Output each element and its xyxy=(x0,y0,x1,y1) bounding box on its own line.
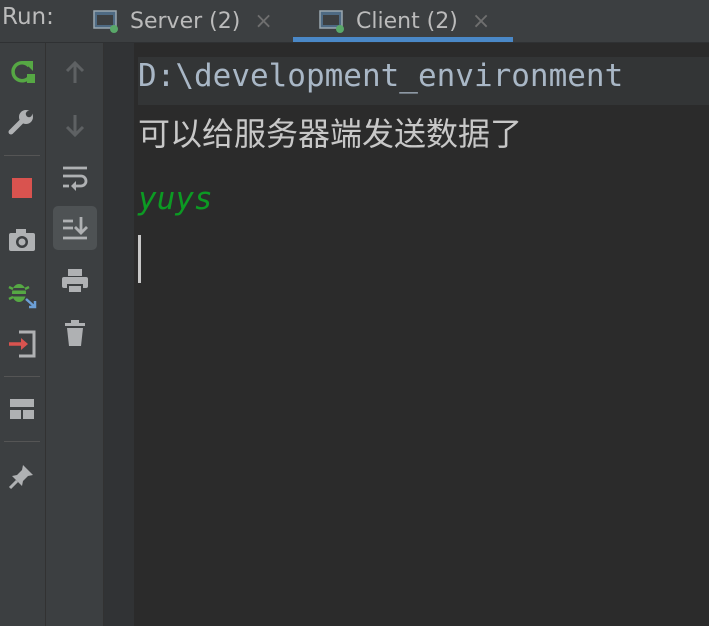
run-actions-toolbar xyxy=(0,43,46,626)
arrow-up-icon xyxy=(65,60,85,83)
console-app-icon xyxy=(92,8,120,34)
tab-client[interactable]: Client (2) × xyxy=(318,0,490,42)
rerun-icon xyxy=(11,61,35,83)
run-tab-bar: Run: Server (2) × Client (2) × xyxy=(0,0,709,43)
close-icon[interactable]: × xyxy=(254,9,272,34)
soft-wrap-button[interactable] xyxy=(54,159,96,195)
toolbar-divider xyxy=(4,376,40,377)
print-button[interactable] xyxy=(54,263,96,299)
stop-icon xyxy=(12,178,32,198)
arrow-down-icon xyxy=(65,115,85,138)
text-caret xyxy=(138,235,141,283)
user-input-line: yuys xyxy=(138,181,213,217)
stop-button[interactable] xyxy=(3,171,41,205)
wrench-icon xyxy=(8,110,33,135)
console-gutter xyxy=(104,43,134,626)
run-label: Run: xyxy=(2,4,54,30)
close-icon[interactable]: × xyxy=(472,9,490,34)
debug-icon xyxy=(8,284,37,309)
program-output-line: 可以给服务器端发送数据了 xyxy=(138,115,523,153)
previous-occurrence-button[interactable] xyxy=(54,55,96,89)
exit-button[interactable] xyxy=(3,327,41,361)
active-tab-indicator xyxy=(293,37,513,42)
scroll-to-end-button[interactable] xyxy=(53,206,97,250)
run-tool-window: Run: Server (2) × Client (2) × D:\develo… xyxy=(0,0,709,626)
rerun-button[interactable] xyxy=(3,55,41,89)
console-actions-toolbar xyxy=(46,43,104,626)
layout-button[interactable] xyxy=(3,392,41,426)
layout-icon xyxy=(10,399,34,419)
tab-server[interactable]: Server (2) × xyxy=(92,0,273,42)
tab-title: Client (2) xyxy=(356,8,458,34)
command-line-text: D:\development_environment xyxy=(138,57,709,105)
dump-threads-button[interactable] xyxy=(3,223,41,257)
camera-icon xyxy=(9,229,35,251)
console-app-icon xyxy=(318,8,346,34)
debug-button[interactable] xyxy=(3,275,41,311)
scroll-to-end-icon xyxy=(63,217,88,240)
print-icon xyxy=(62,269,88,294)
exit-icon xyxy=(9,330,36,358)
pin-icon xyxy=(8,465,33,490)
console-output[interactable]: D:\development_environment 可以给服务器端发送数据了 … xyxy=(104,43,709,626)
clear-all-button[interactable] xyxy=(54,315,96,351)
toolbar-divider xyxy=(4,441,40,442)
pin-button[interactable] xyxy=(3,459,41,493)
soft-wrap-icon xyxy=(63,166,88,191)
tab-title: Server (2) xyxy=(130,8,241,34)
settings-button[interactable] xyxy=(3,105,41,139)
trash-icon xyxy=(65,320,85,346)
next-occurrence-button[interactable] xyxy=(54,109,96,143)
toolbar-divider xyxy=(4,155,40,156)
